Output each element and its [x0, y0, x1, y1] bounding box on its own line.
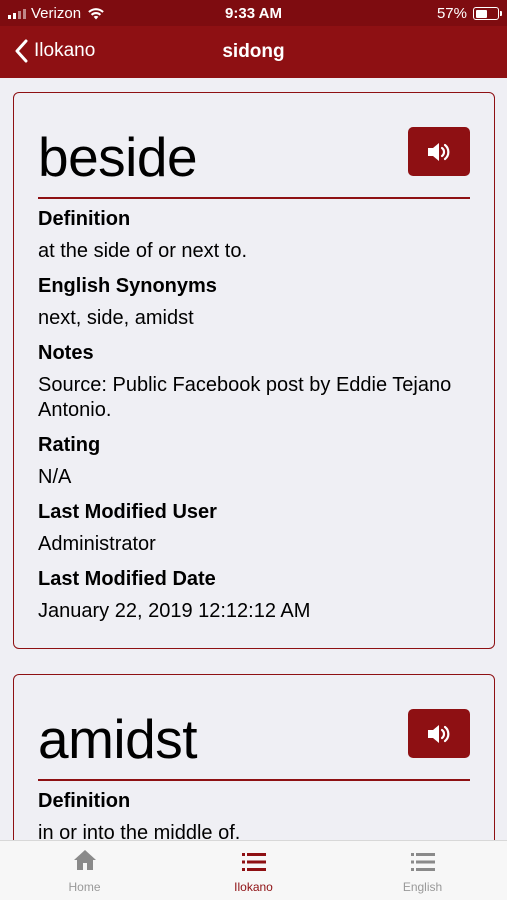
entry-card: amidst Definition in or into the middle …	[13, 674, 495, 840]
divider	[38, 779, 470, 781]
status-time: 9:33 AM	[225, 5, 282, 22]
tab-label: English	[402, 880, 443, 894]
entry-card: beside Definition at the side of or next…	[13, 92, 495, 649]
field-value-modified-user: Administrator	[38, 533, 156, 555]
field-value-rating: N/A	[38, 466, 72, 488]
back-label: Ilokano	[34, 40, 96, 61]
speaker-icon	[428, 142, 450, 161]
field-label-synonyms: English Synonyms	[38, 275, 217, 297]
field-value-definition: at the side of or next to.	[38, 240, 248, 262]
field-label-modified-date: Last Modified Date	[38, 568, 216, 590]
list-icon	[410, 853, 435, 871]
field-label-modified-user: Last Modified User	[38, 501, 217, 523]
tab-english[interactable]: English	[338, 841, 507, 900]
navigation-bar: Ilokano sidong	[0, 26, 507, 78]
field-value-modified-date: January 22, 2019 12:12:12 AM	[38, 600, 311, 622]
divider	[38, 197, 470, 199]
field-label-rating: Rating	[38, 434, 101, 456]
field-value-definition: in or into the middle of.	[38, 822, 241, 840]
field-value-notes: Source: Public Facebook post by Eddie Te…	[38, 374, 452, 421]
tab-label: Home	[68, 880, 101, 894]
status-right: 57%	[436, 5, 502, 22]
entry-word: beside	[38, 126, 198, 188]
tab-ilokano[interactable]: Ilokano	[169, 841, 338, 900]
tab-label: Ilokano	[234, 880, 273, 894]
battery-percent: 57%	[436, 5, 467, 22]
field-label-definition: Definition	[38, 790, 131, 812]
tab-home[interactable]: Home	[0, 841, 169, 900]
speaker-icon	[428, 724, 450, 743]
field-label-notes: Notes	[38, 342, 94, 364]
battery-icon	[473, 7, 502, 20]
entry-word: amidst	[38, 708, 198, 770]
play-audio-button[interactable]	[408, 127, 470, 176]
home-icon	[73, 850, 96, 870]
back-button[interactable]: Ilokano	[14, 39, 95, 63]
play-audio-button[interactable]	[408, 709, 470, 758]
field-value-synonyms: next, side, amidst	[38, 307, 194, 329]
entry-fields: Definition at the side of or next to. En…	[38, 206, 470, 633]
field-label-definition: Definition	[38, 208, 131, 230]
entries-list[interactable]: beside Definition at the side of or next…	[0, 78, 507, 840]
battery-level	[475, 9, 488, 18]
status-bar: Verizon 9:33 AM 57%	[0, 0, 507, 26]
list-icon	[241, 853, 266, 871]
chevron-left-icon	[15, 39, 28, 63]
entry-fields: Definition in or into the middle of.	[38, 788, 470, 840]
tab-bar: Home Ilokano English	[0, 840, 507, 900]
